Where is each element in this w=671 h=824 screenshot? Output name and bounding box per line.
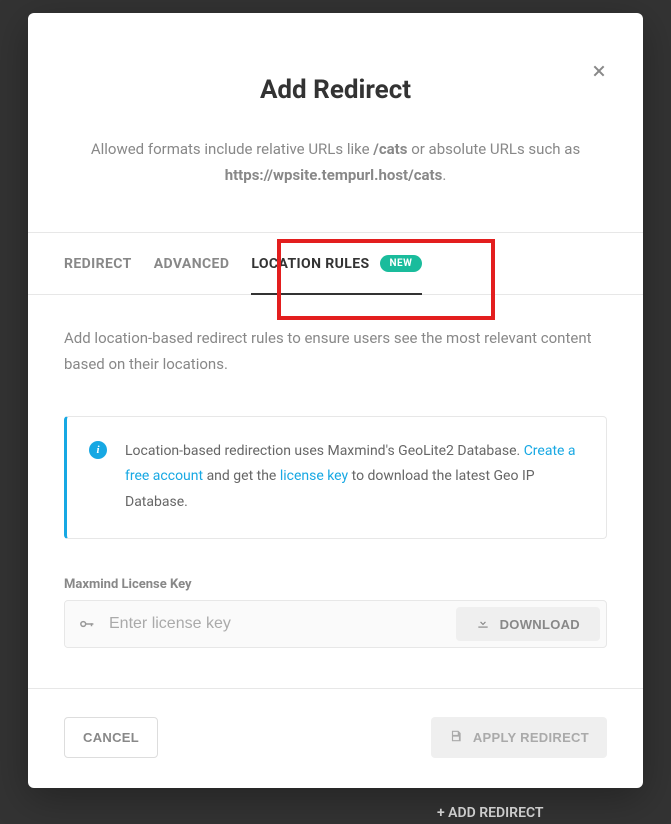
info-icon: i	[89, 441, 107, 459]
new-badge: NEW	[380, 255, 423, 272]
tab-content: Add location-based redirect rules to ens…	[28, 295, 643, 688]
download-button[interactable]: DOWNLOAD	[456, 607, 600, 641]
tab-label: REDIRECT	[64, 256, 132, 272]
tab-location-rules[interactable]: LOCATION RULES NEW	[251, 233, 422, 294]
save-icon	[449, 729, 463, 746]
license-key-input[interactable]	[109, 601, 450, 647]
license-key-link[interactable]: license key	[280, 468, 348, 484]
tab-redirect[interactable]: REDIRECT	[64, 233, 132, 294]
modal-title: Add Redirect	[88, 75, 583, 105]
download-label: DOWNLOAD	[500, 617, 580, 632]
close-button[interactable]	[583, 57, 615, 89]
info-notice: i Location-based redirection uses Maxmin…	[64, 416, 607, 540]
apply-redirect-button[interactable]: APPLY REDIRECT	[431, 717, 607, 758]
apply-label: APPLY REDIRECT	[473, 730, 589, 745]
close-icon	[591, 63, 607, 83]
modal-header: Add Redirect Allowed formats include rel…	[28, 13, 643, 232]
modal-footer: CANCEL APPLY REDIRECT	[28, 688, 643, 788]
tab-label: ADVANCED	[154, 256, 230, 272]
tab-bar: REDIRECT ADVANCED LOCATION RULES NEW	[28, 232, 643, 295]
content-description: Add location-based redirect rules to ens…	[64, 325, 607, 378]
add-redirect-modal: Add Redirect Allowed formats include rel…	[28, 13, 643, 788]
license-field-label: Maxmind License Key	[64, 577, 607, 592]
cancel-button[interactable]: CANCEL	[64, 717, 158, 758]
license-input-row: DOWNLOAD	[64, 600, 607, 648]
download-icon	[476, 616, 490, 633]
tab-advanced[interactable]: ADVANCED	[154, 233, 230, 294]
modal-subtitle: Allowed formats include relative URLs li…	[88, 137, 583, 188]
notice-text: Location-based redirection uses Maxmind'…	[125, 439, 584, 517]
cancel-label: CANCEL	[83, 730, 139, 745]
tab-label: LOCATION RULES	[251, 256, 369, 272]
key-icon	[65, 601, 109, 647]
background-add-redirect: + ADD REDIRECT	[437, 805, 544, 821]
